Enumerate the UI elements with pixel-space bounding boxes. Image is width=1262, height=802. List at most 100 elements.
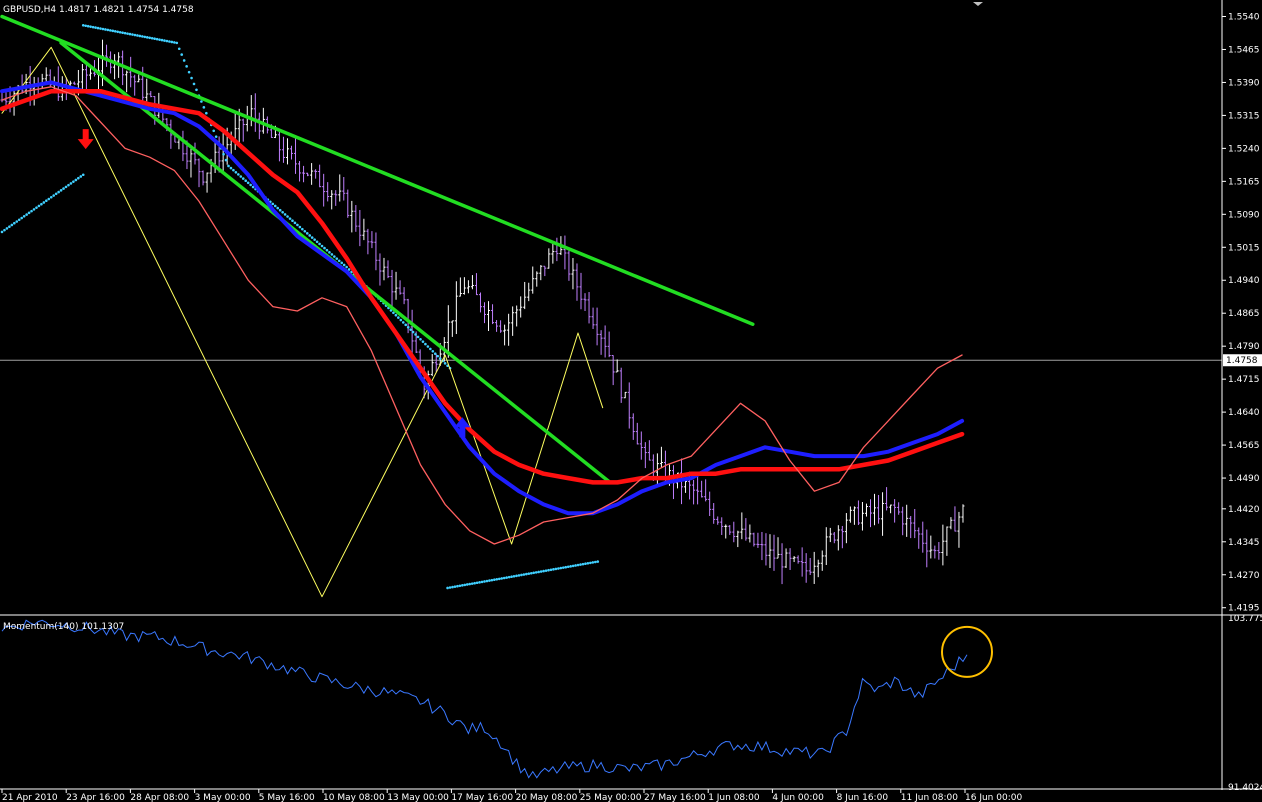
sar-dot <box>195 88 198 92</box>
sar-dot <box>534 571 538 574</box>
sar-dot <box>544 569 548 572</box>
sar-dot <box>473 581 476 585</box>
sar-dot <box>143 35 147 39</box>
sar-dot <box>202 106 206 109</box>
sar-dot <box>495 577 499 581</box>
sar-dot <box>557 567 560 570</box>
sar-dot <box>237 173 240 176</box>
sar-dot <box>433 352 437 356</box>
sar-dot <box>37 204 41 208</box>
sar-dot <box>586 561 590 565</box>
y-tick-label: 1.4640 <box>1228 408 1260 418</box>
sar-dot <box>456 584 459 588</box>
momentum-tick-label: 103.775 <box>1228 614 1262 624</box>
sar-dot <box>569 565 572 568</box>
sar-dot <box>69 182 73 185</box>
sar-dot <box>239 175 243 178</box>
sar-dot <box>448 586 452 589</box>
sar-dot <box>45 199 48 203</box>
sar-dot <box>505 576 508 579</box>
y-tick-label: 1.5090 <box>1228 210 1260 220</box>
sar-dot <box>47 197 51 201</box>
sar-dot <box>394 313 398 317</box>
y-tick-label: 1.5165 <box>1228 177 1260 187</box>
sar-dot <box>552 568 555 571</box>
sar-dot <box>77 176 80 180</box>
sar-dot <box>288 217 292 220</box>
y-tick-label: 1.4195 <box>1228 604 1260 614</box>
x-tick-label: 1 Jun 08:00 <box>708 793 760 802</box>
y-tick-label: 1.5315 <box>1228 111 1260 121</box>
sar-dot <box>5 227 9 230</box>
sar-dot <box>86 24 90 28</box>
sar-dot <box>64 185 68 189</box>
sar-dot <box>133 33 137 37</box>
momentum-title: Momentum(140) 101.1307 <box>3 622 124 632</box>
sar-dot <box>416 335 420 339</box>
sar-dot <box>222 152 225 156</box>
sar-dot <box>13 221 16 225</box>
y-tick-label: 1.5015 <box>1228 243 1260 253</box>
sar-dot <box>62 187 65 190</box>
sar-dot <box>497 577 501 581</box>
sar-dot <box>443 362 447 365</box>
sar-dot <box>52 194 55 197</box>
momentum-tick-label: 91.4024 <box>1228 783 1262 793</box>
sar-dot <box>271 202 275 206</box>
sar-dot <box>478 581 481 584</box>
sar-dot <box>470 582 474 585</box>
sar-dot <box>234 170 238 174</box>
sar-dot <box>424 342 427 346</box>
sar-dot <box>59 189 63 192</box>
sar-dot <box>532 571 536 575</box>
sar-dot <box>10 223 14 227</box>
sar-dot <box>227 164 230 168</box>
sar-dot <box>296 223 299 227</box>
sar-dot <box>429 347 432 351</box>
y-tick-label: 1.4490 <box>1228 474 1260 484</box>
sar-dot <box>185 65 188 68</box>
sar-dot <box>281 210 284 214</box>
sar-dot <box>54 192 58 196</box>
sar-dot <box>537 570 540 574</box>
sar-dot <box>574 564 577 567</box>
sar-dot <box>182 59 186 62</box>
sar-dot <box>576 563 580 567</box>
sar-dot <box>581 562 585 566</box>
sar-dot <box>278 208 282 212</box>
x-tick-label: 21 Apr 2010 <box>2 793 58 802</box>
sar-dot <box>177 47 181 51</box>
sar-dot <box>591 561 595 564</box>
sar-dot <box>165 39 169 43</box>
sar-dot <box>153 37 156 41</box>
sar-dot <box>30 209 33 213</box>
sar-dot <box>190 76 193 80</box>
sar-dot <box>96 26 100 30</box>
x-tick-label: 13 May 00:00 <box>387 793 449 802</box>
sar-dot <box>411 330 415 334</box>
sar-dot <box>291 219 294 223</box>
sar-dot <box>451 585 454 589</box>
sar-dot <box>111 29 115 33</box>
sar-dot <box>249 183 252 187</box>
sar-dot <box>241 177 245 180</box>
sar-dot <box>298 225 302 229</box>
y-tick-label: 1.4865 <box>1228 309 1260 319</box>
sar-dot <box>502 576 506 580</box>
sar-dot <box>150 36 154 40</box>
y-tick-label: 1.4345 <box>1228 538 1260 548</box>
sar-dot <box>325 248 329 252</box>
sar-dot <box>483 580 486 583</box>
sar-dot <box>399 318 403 322</box>
sar-dot <box>17 218 21 222</box>
sar-dot <box>315 240 319 244</box>
sar-dot <box>214 135 218 138</box>
sar-dot <box>35 206 38 209</box>
sar-dot <box>515 574 518 578</box>
sar-dot <box>593 560 597 564</box>
sar-dot <box>126 32 129 35</box>
sar-dot <box>163 39 166 42</box>
sar-dot <box>246 181 250 185</box>
sar-dot <box>158 38 161 41</box>
sar-dot <box>293 221 297 225</box>
